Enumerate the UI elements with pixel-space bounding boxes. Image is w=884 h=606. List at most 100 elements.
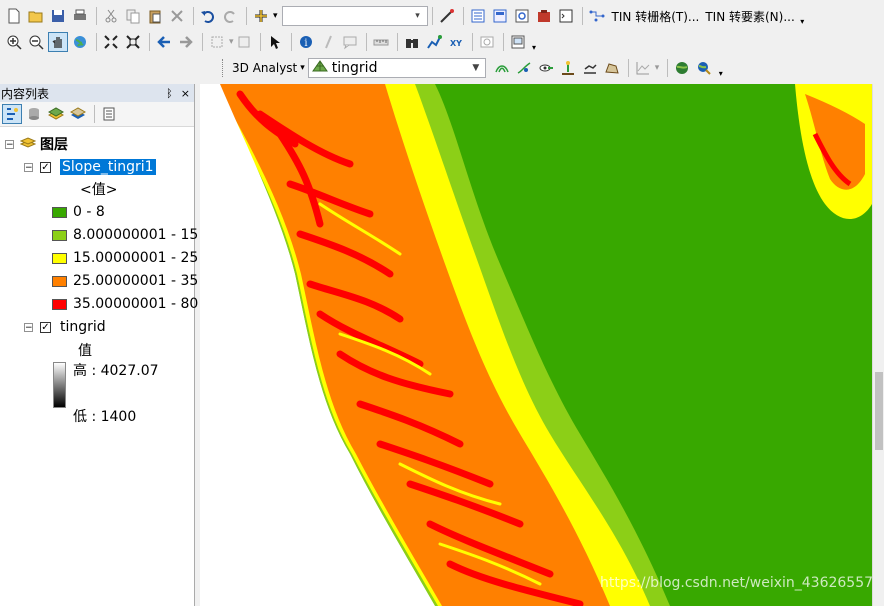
layer-combo-content: tingrid [311, 59, 378, 77]
undo-icon[interactable] [198, 6, 218, 26]
go-to-xy-icon[interactable]: XY [446, 32, 466, 52]
scrollbar-thumb[interactable] [875, 372, 883, 450]
data-frame-label[interactable]: 图层 [40, 134, 68, 154]
legend-class: 15.00000001 - 25 [52, 248, 198, 268]
layer-visibility-checkbox[interactable]: ✓ [40, 321, 51, 333]
layer-combo-value: tingrid [331, 60, 378, 76]
collapse-icon[interactable]: − [24, 162, 33, 172]
fixed-zoom-in-icon[interactable] [101, 32, 121, 52]
zoom-in-icon[interactable] [4, 32, 24, 52]
measure-icon[interactable] [371, 32, 391, 52]
map-scrollbar[interactable] [872, 84, 884, 606]
legend-low-value: 低 : 1400 [73, 409, 137, 425]
arcglobe-icon[interactable] [694, 58, 714, 78]
tools-toolbar: ▾ i XY ▾ [0, 29, 884, 55]
open-folder-icon[interactable] [26, 6, 46, 26]
svg-text:i: i [304, 38, 307, 49]
html-popup-icon[interactable] [340, 32, 360, 52]
layers-frame-icon [19, 135, 37, 153]
search-window-icon[interactable] [512, 6, 532, 26]
pan-hand-icon[interactable] [48, 32, 68, 52]
layer-visibility-checkbox[interactable]: ✓ [40, 161, 51, 173]
copy-icon[interactable] [123, 6, 143, 26]
toolbar-overflow-icon[interactable]: ▾ [716, 58, 725, 78]
layer-combo[interactable]: tingrid ▼ [307, 58, 486, 78]
collapse-icon[interactable]: − [24, 322, 33, 332]
add-data-icon[interactable] [251, 6, 271, 26]
legend-class-label: 0 - 8 [73, 204, 105, 220]
legend-class: 25.00000001 - 35 [52, 271, 198, 291]
line-of-sight-icon[interactable] [536, 58, 556, 78]
interpolate-line-icon[interactable] [580, 58, 600, 78]
interpolate-point-icon[interactable] [558, 58, 578, 78]
map-scale-combo[interactable]: ▾ [281, 6, 428, 26]
tin-node-icon[interactable] [587, 6, 607, 26]
back-arrow-icon[interactable] [154, 32, 174, 52]
toolbar-overflow-icon[interactable]: ▾ [530, 32, 539, 52]
steepest-path-icon[interactable] [514, 58, 534, 78]
pin-icon[interactable]: ᛒ [166, 87, 173, 100]
legend-class: 0 - 8 [52, 202, 105, 222]
contour-icon[interactable] [492, 58, 512, 78]
tools-toolbar-buttons: ▾ i XY ▾ [4, 32, 539, 52]
toolbar-overflow-icon[interactable]: ▾ [798, 6, 807, 26]
legend-field-slope: <值> [80, 182, 118, 198]
delete-icon[interactable] [167, 6, 187, 26]
paste-icon[interactable] [145, 6, 165, 26]
layer-name-tingrid[interactable]: tingrid [60, 319, 106, 335]
table-of-contents-icon[interactable] [468, 6, 488, 26]
select-elements-icon[interactable] [265, 32, 285, 52]
toc-title: 内容列表 [1, 86, 50, 101]
toc-title-bar: 内容列表 ᛒ × [0, 84, 194, 102]
editor-toolbar-icon[interactable] [437, 6, 457, 26]
layer-slope: − ✓ Slope_tingri1 [24, 157, 156, 177]
3d-analyst-buttons: 3D Analyst ▾ tingrid ▼ ▾ ▾ [222, 58, 725, 78]
fixed-zoom-out-icon[interactable] [123, 32, 143, 52]
tin-layer-icon [311, 59, 328, 77]
hyperlink-icon[interactable] [318, 32, 338, 52]
options-icon[interactable] [99, 104, 119, 124]
collapse-icon[interactable]: − [5, 139, 14, 149]
elevation-ramp [53, 362, 66, 408]
create-viewer-window-icon[interactable] [508, 32, 528, 52]
catalog-icon[interactable] [490, 6, 510, 26]
redo-icon[interactable] [220, 6, 240, 26]
print-icon[interactable] [70, 6, 90, 26]
find-route-icon[interactable] [424, 32, 444, 52]
legend-swatch [52, 206, 67, 218]
tin-to-raster-button[interactable]: TIN 转栅格(T)... [609, 8, 703, 25]
clear-selection-icon[interactable] [234, 32, 254, 52]
full-extent-icon[interactable] [70, 32, 90, 52]
time-slider-icon[interactable] [477, 32, 497, 52]
list-by-drawing-order-icon[interactable] [2, 104, 22, 124]
legend-swatch [52, 298, 67, 310]
profile-graph-icon[interactable] [633, 58, 653, 78]
find-binoculars-icon[interactable] [402, 32, 422, 52]
new-document-icon[interactable] [4, 6, 24, 26]
identify-icon[interactable]: i [296, 32, 316, 52]
tin-to-features-button[interactable]: TIN 转要素(N)... [702, 8, 797, 25]
list-by-source-icon[interactable] [24, 104, 44, 124]
legend-class: 8.000000001 - 15 [52, 225, 198, 245]
zoom-out-icon[interactable] [26, 32, 46, 52]
forward-arrow-icon[interactable] [176, 32, 196, 52]
arctoolbox-icon[interactable] [534, 6, 554, 26]
interpolate-polygon-icon[interactable] [602, 58, 622, 78]
3d-analyst-menu[interactable]: 3D Analyst [229, 61, 300, 75]
3d-analyst-toolbar: 3D Analyst ▾ tingrid ▼ ▾ ▾ [0, 55, 884, 81]
close-icon[interactable]: × [181, 87, 190, 100]
arcscene-icon[interactable] [672, 58, 692, 78]
standard-toolbar-buttons: ▾ ▾ TIN 转栅格(T)... TIN 转要素(N)... ▾ [4, 6, 807, 26]
map-view[interactable] [200, 84, 872, 606]
python-window-icon[interactable] [556, 6, 576, 26]
legend-class-label: 8.000000001 - 15 [73, 227, 199, 243]
cut-icon[interactable] [101, 6, 121, 26]
chevron-down-icon: ▼ [472, 63, 480, 73]
save-icon[interactable] [48, 6, 68, 26]
svg-text:XY: XY [450, 39, 462, 48]
layer-name-slope[interactable]: Slope_tingri1 [60, 159, 156, 175]
list-by-selection-icon[interactable] [68, 104, 88, 124]
standard-toolbar: ▾ ▾ TIN 转栅格(T)... TIN 转要素(N)... ▾ [0, 3, 884, 29]
select-features-icon[interactable] [207, 32, 227, 52]
list-by-visibility-icon[interactable] [46, 104, 66, 124]
